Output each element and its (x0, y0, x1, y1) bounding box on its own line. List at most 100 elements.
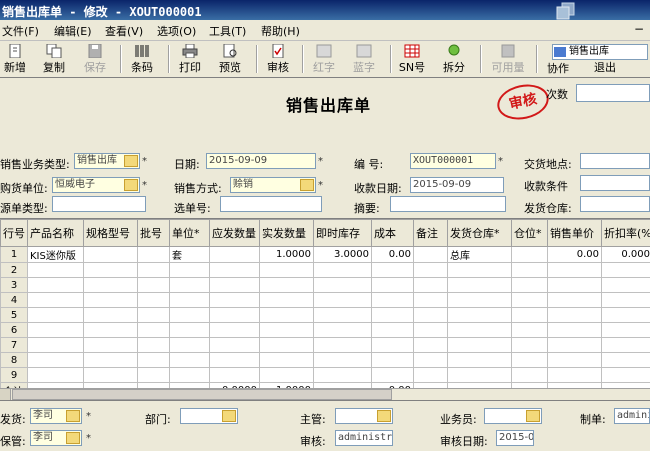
table-row[interactable]: 7 (1, 338, 650, 353)
warehouse-field[interactable] (580, 196, 650, 212)
sn-button[interactable]: SN号 (398, 43, 426, 75)
red-button[interactable]: 红字 (310, 43, 338, 75)
table-cell[interactable] (602, 263, 650, 278)
table-cell[interactable] (512, 263, 548, 278)
table-cell[interactable] (602, 338, 650, 353)
col-header[interactable]: 销售单价 (548, 220, 602, 247)
table-cell[interactable] (448, 278, 512, 293)
biz-type-field[interactable]: 销售出库 (74, 153, 140, 169)
table-cell[interactable] (28, 368, 84, 383)
table-row[interactable]: 5 (1, 308, 650, 323)
shipper-field[interactable]: 李司 (30, 408, 82, 424)
table-cell[interactable] (448, 263, 512, 278)
lookup-icon[interactable] (124, 155, 138, 167)
table-cell[interactable] (84, 293, 138, 308)
table-cell[interactable] (548, 338, 602, 353)
menu-help[interactable]: 帮助(H) (261, 23, 300, 39)
table-cell[interactable] (512, 323, 548, 338)
delivery-place-field[interactable] (580, 153, 650, 169)
table-cell[interactable] (512, 338, 548, 353)
col-header[interactable]: 行号 (1, 220, 28, 247)
table-cell[interactable] (448, 338, 512, 353)
minimize-icon[interactable]: − (632, 23, 646, 35)
table-cell[interactable] (28, 338, 84, 353)
table-cell[interactable] (138, 278, 170, 293)
table-cell[interactable] (372, 278, 414, 293)
menu-edit[interactable]: 编辑(E) (54, 23, 92, 39)
table-cell[interactable] (260, 278, 314, 293)
col-header[interactable]: 批号 (138, 220, 170, 247)
scroll-left-icon[interactable] (0, 389, 11, 400)
table-cell[interactable] (210, 308, 260, 323)
table-cell[interactable]: KIS迷你版 (28, 247, 84, 263)
table-cell[interactable] (414, 353, 448, 368)
module-select[interactable]: 销售出库 (552, 44, 648, 60)
table-cell[interactable] (548, 308, 602, 323)
table-cell[interactable] (170, 353, 210, 368)
table-cell[interactable]: 0.00 (548, 247, 602, 263)
table-cell[interactable] (84, 308, 138, 323)
table-row[interactable]: 6 (1, 323, 650, 338)
summary-field[interactable] (390, 196, 506, 212)
table-cell[interactable] (372, 368, 414, 383)
exit-button[interactable]: 退出 (590, 59, 620, 75)
available-qty-button[interactable]: 可用量 (490, 43, 526, 75)
table-cell[interactable] (548, 323, 602, 338)
table-cell[interactable] (84, 368, 138, 383)
audit-date-field[interactable]: 2015-09-09 (496, 430, 534, 446)
dept-field[interactable] (180, 408, 238, 424)
lookup-icon[interactable] (66, 410, 80, 422)
table-cell[interactable] (512, 293, 548, 308)
terms-field[interactable] (580, 175, 650, 191)
print-button[interactable]: 打印 (176, 43, 204, 75)
table-cell[interactable] (210, 263, 260, 278)
table-cell[interactable] (210, 247, 260, 263)
table-cell[interactable] (314, 338, 372, 353)
new-button[interactable]: 新增 (2, 43, 28, 75)
table-cell[interactable] (548, 368, 602, 383)
table-cell[interactable] (84, 247, 138, 263)
table-cell[interactable] (414, 263, 448, 278)
table-cell[interactable] (260, 293, 314, 308)
lookup-icon[interactable] (222, 410, 236, 422)
manager-field[interactable] (335, 408, 393, 424)
table-cell[interactable] (170, 338, 210, 353)
table-cell[interactable] (84, 338, 138, 353)
table-cell[interactable] (28, 308, 84, 323)
table-cell[interactable] (170, 308, 210, 323)
table-cell[interactable] (314, 293, 372, 308)
window-restore-icon[interactable] (556, 2, 572, 18)
table-cell[interactable] (170, 278, 210, 293)
table-cell[interactable] (512, 308, 548, 323)
col-header[interactable]: 即时库存 (314, 220, 372, 247)
table-cell[interactable] (210, 353, 260, 368)
preview-button[interactable]: 预览 (216, 43, 244, 75)
menu-view[interactable]: 查看(V) (105, 23, 143, 39)
table-cell[interactable] (84, 278, 138, 293)
table-cell[interactable] (602, 368, 650, 383)
table-cell[interactable] (314, 308, 372, 323)
table-cell[interactable] (170, 323, 210, 338)
table-cell[interactable] (512, 247, 548, 263)
menu-file[interactable]: 文件(F) (2, 23, 39, 39)
source-type-field[interactable] (52, 196, 146, 212)
table-cell[interactable] (602, 353, 650, 368)
blue-button[interactable]: 蓝字 (350, 43, 378, 75)
col-header[interactable]: 产品名称 (28, 220, 84, 247)
table-cell[interactable] (28, 323, 84, 338)
table-cell[interactable] (414, 308, 448, 323)
table-cell[interactable] (602, 278, 650, 293)
col-header[interactable]: 发货仓库* (448, 220, 512, 247)
table-cell[interactable] (260, 308, 314, 323)
table-cell[interactable] (210, 338, 260, 353)
table-cell[interactable] (414, 338, 448, 353)
table-cell[interactable] (448, 293, 512, 308)
split-button[interactable]: 拆分 (440, 43, 468, 75)
table-cell[interactable] (448, 368, 512, 383)
table-cell[interactable]: 0.00 (372, 247, 414, 263)
menu-options[interactable]: 选项(O) (157, 23, 196, 39)
table-cell[interactable] (28, 263, 84, 278)
table-cell[interactable] (314, 353, 372, 368)
number-field[interactable]: XOUT000001 (410, 153, 496, 169)
table-cell[interactable] (602, 323, 650, 338)
